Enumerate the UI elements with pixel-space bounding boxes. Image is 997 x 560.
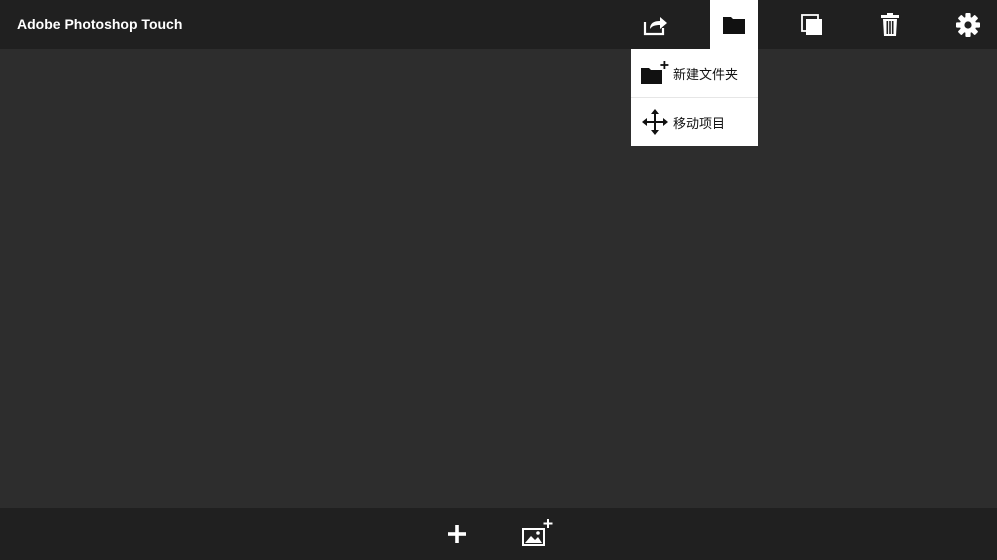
plus-icon xyxy=(448,525,466,543)
menu-item-move-items[interactable]: 移动项目 xyxy=(631,97,758,146)
trash-icon xyxy=(881,12,899,36)
menu-item-new-folder[interactable]: 新建文件夹 xyxy=(631,49,758,97)
app-window: Adobe Photoshop Touch 新建文件夹 移动项目 xyxy=(0,0,997,560)
new-project-button[interactable] xyxy=(435,514,479,554)
add-image-icon xyxy=(522,519,553,546)
gear-icon xyxy=(956,12,980,37)
folder-button[interactable] xyxy=(710,0,758,49)
menu-item-label: 新建文件夹 xyxy=(673,67,739,83)
share-icon xyxy=(643,16,667,35)
new-folder-icon xyxy=(639,59,671,87)
move-icon xyxy=(639,108,671,136)
settings-button[interactable] xyxy=(944,0,992,49)
duplicate-button[interactable] xyxy=(788,0,836,49)
app-title: Adobe Photoshop Touch xyxy=(17,16,183,32)
top-toolbar: Adobe Photoshop Touch xyxy=(0,0,997,49)
project-gallery-area[interactable] xyxy=(0,49,997,508)
duplicate-icon xyxy=(801,13,822,35)
menu-item-label: 移动项目 xyxy=(673,116,726,132)
delete-button[interactable] xyxy=(866,0,914,49)
bottom-toolbar xyxy=(0,508,997,560)
import-image-button[interactable] xyxy=(515,514,559,554)
folder-icon xyxy=(723,16,745,34)
share-button[interactable] xyxy=(631,0,679,49)
folder-dropdown-menu: 新建文件夹 移动项目 xyxy=(631,49,758,146)
